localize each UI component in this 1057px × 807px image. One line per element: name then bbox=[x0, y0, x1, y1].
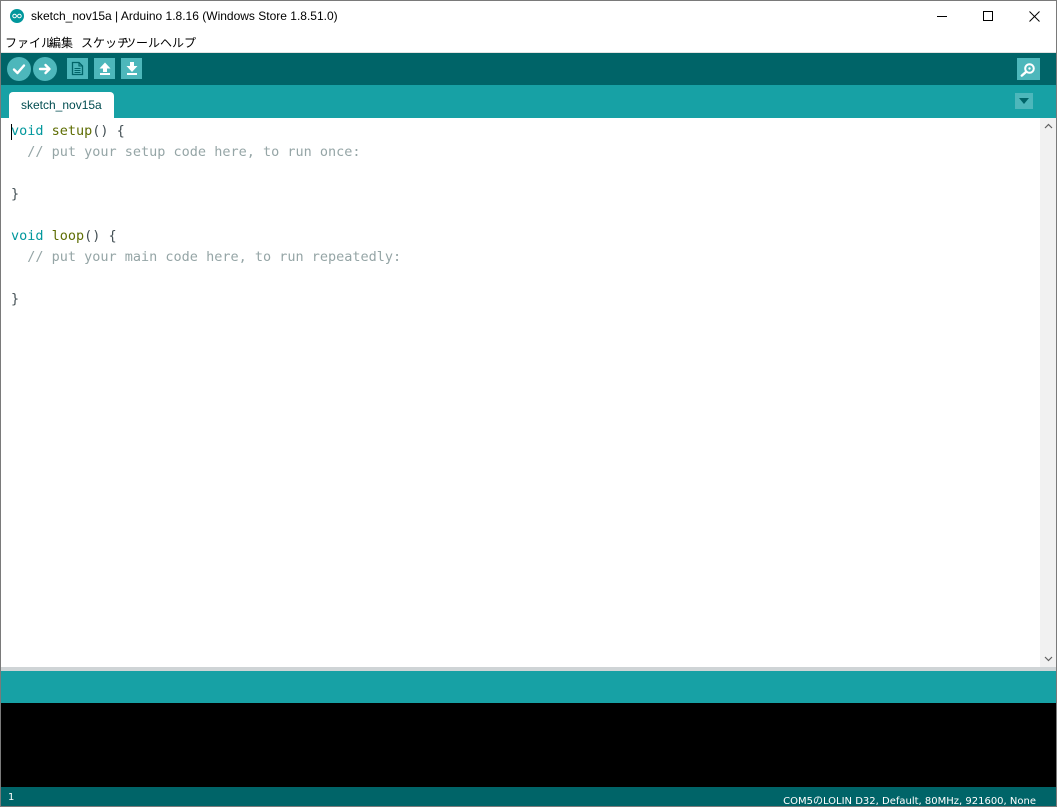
serial-monitor-button[interactable] bbox=[1017, 58, 1040, 80]
chevron-up-icon bbox=[1044, 123, 1052, 129]
magnifier-icon bbox=[1020, 62, 1035, 77]
tab-sketch-nov15a[interactable]: sketch_nov15a bbox=[9, 92, 114, 118]
new-button[interactable] bbox=[67, 58, 88, 79]
vertical-scrollbar[interactable] bbox=[1040, 118, 1056, 667]
text-caret bbox=[11, 124, 12, 140]
menu-bar: ファイル 編集 スケッチ ツール ヘルプ bbox=[1, 32, 1056, 53]
arrow-right-icon bbox=[38, 63, 51, 75]
code-comment: // put your main code here, to run repea… bbox=[11, 249, 402, 265]
scroll-down-button[interactable] bbox=[1040, 651, 1056, 667]
scroll-up-button[interactable] bbox=[1040, 118, 1056, 134]
title-bar: sketch_nov15a | Arduino 1.8.16 (Windows … bbox=[1, 1, 1056, 32]
board-info: COM5のLOLIN D32, Default, 80MHz, 921600, … bbox=[783, 796, 1036, 807]
menu-sketch[interactable]: スケッチ bbox=[81, 34, 129, 51]
line-number: 1 bbox=[8, 792, 15, 803]
minimize-button[interactable] bbox=[919, 1, 965, 32]
menu-tools[interactable]: ツール bbox=[124, 34, 160, 51]
menu-edit[interactable]: 編集 bbox=[49, 34, 73, 51]
chevron-down-icon bbox=[1019, 98, 1029, 104]
close-button[interactable] bbox=[1011, 1, 1056, 32]
code-token: () { bbox=[84, 228, 117, 244]
maximize-button[interactable] bbox=[965, 1, 1011, 32]
keyword-void: void bbox=[11, 123, 44, 139]
function-loop: loop bbox=[51, 228, 85, 244]
new-file-icon bbox=[71, 61, 84, 76]
tab-menu-button[interactable] bbox=[1015, 93, 1033, 109]
checkmark-icon bbox=[12, 64, 26, 75]
menu-file[interactable]: ファイル bbox=[5, 34, 53, 51]
status-bar: 1 COM5のLOLIN D32, Default, 80MHz, 921600… bbox=[1, 787, 1056, 807]
chevron-down-icon bbox=[1044, 656, 1052, 662]
function-setup: setup bbox=[51, 123, 93, 139]
keyword-void: void bbox=[11, 228, 44, 244]
verify-button[interactable] bbox=[7, 57, 31, 81]
close-icon bbox=[1028, 11, 1040, 22]
code-comment: // put your setup code here, to run once… bbox=[11, 144, 361, 160]
code-editor[interactable]: void setup() { // put your setup code he… bbox=[1, 118, 1056, 667]
upload-button[interactable] bbox=[33, 57, 57, 81]
code-token: () { bbox=[92, 123, 125, 139]
toolbar bbox=[1, 53, 1056, 85]
save-arrow-down-icon bbox=[126, 62, 137, 75]
window-title: sketch_nov15a | Arduino 1.8.16 (Windows … bbox=[31, 9, 338, 23]
tab-bar: sketch_nov15a bbox=[1, 85, 1056, 118]
save-button[interactable] bbox=[121, 58, 142, 79]
arduino-window: sketch_nov15a | Arduino 1.8.16 (Windows … bbox=[0, 0, 1057, 807]
message-area bbox=[1, 671, 1056, 703]
maximize-icon bbox=[982, 11, 993, 21]
arduino-logo-icon bbox=[10, 9, 24, 23]
closing-brace: } bbox=[11, 291, 20, 307]
open-button[interactable] bbox=[94, 58, 115, 79]
minimize-icon bbox=[936, 16, 947, 17]
closing-brace: } bbox=[11, 186, 20, 202]
menu-help[interactable]: ヘルプ bbox=[160, 34, 196, 51]
code-text: void setup() { // put your setup code he… bbox=[11, 121, 401, 310]
open-arrow-up-icon bbox=[99, 62, 110, 75]
console-output[interactable] bbox=[1, 703, 1056, 787]
